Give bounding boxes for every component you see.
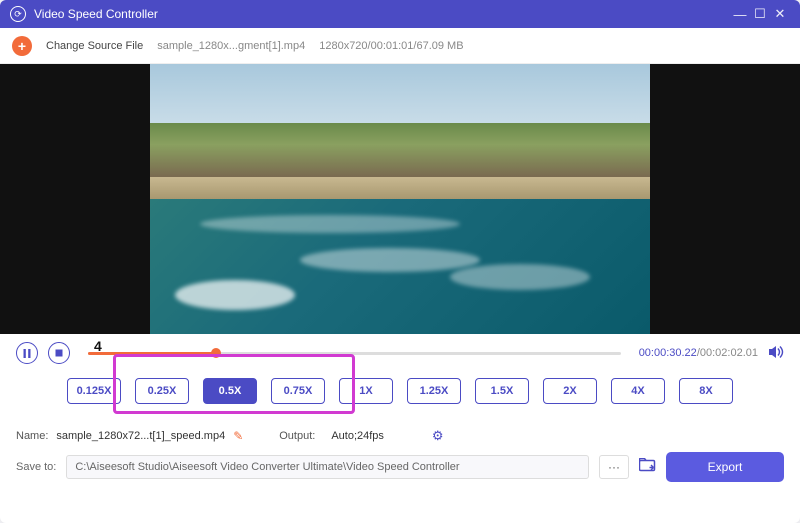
speed-button-0.125x[interactable]: 0.125X <box>67 378 121 404</box>
video-preview[interactable] <box>0 64 800 334</box>
name-value: sample_1280x72...t[1]_speed.mp4 <box>56 430 225 442</box>
app-window: ⟳ Video Speed Controller — ☐ ✕ + Change … <box>0 0 800 523</box>
output-value: Auto;24fps <box>331 430 384 442</box>
pause-button[interactable] <box>16 342 38 364</box>
change-source-button[interactable]: Change Source File <box>46 40 143 52</box>
time-total: 00:02:02.01 <box>700 347 758 359</box>
annotation-number: 4 <box>94 338 102 354</box>
save-row: Save to: C:\Aiseesoft Studio\Aiseesoft V… <box>16 452 784 482</box>
app-logo-icon: ⟳ <box>10 6 26 22</box>
edit-name-icon[interactable]: ✎ <box>233 429 243 443</box>
preview-frame <box>150 64 650 334</box>
toolbar: + Change Source File sample_1280x...gmen… <box>0 28 800 64</box>
source-fileinfo: 1280x720/00:01:01/67.09 MB <box>319 40 463 52</box>
speed-button-8x[interactable]: 8X <box>679 378 733 404</box>
timecode: 00:00:30.22/00:02:02.01 <box>639 347 758 359</box>
output-settings-icon[interactable]: ⚙ <box>432 428 444 444</box>
speed-button-4x[interactable]: 4X <box>611 378 665 404</box>
open-folder-icon[interactable] <box>639 458 656 476</box>
window-title: Video Speed Controller <box>34 7 730 21</box>
close-button[interactable]: ✕ <box>770 6 790 22</box>
browse-button[interactable]: ··· <box>599 455 629 479</box>
maximize-button[interactable]: ☐ <box>750 6 770 22</box>
saveto-label: Save to: <box>16 461 56 473</box>
speed-button-0.25x[interactable]: 0.25X <box>135 378 189 404</box>
speed-button-1x[interactable]: 1X <box>339 378 393 404</box>
source-filename: sample_1280x...gment[1].mp4 <box>157 40 305 52</box>
progress-bar[interactable] <box>88 352 621 355</box>
progress-knob[interactable] <box>211 348 221 358</box>
saveto-path-text: C:\Aiseesoft Studio\Aiseesoft Video Conv… <box>75 461 459 473</box>
preview-letterbox-right <box>650 64 800 334</box>
add-source-icon[interactable]: + <box>12 36 32 56</box>
progress-fill <box>88 352 216 355</box>
speed-button-0.5x[interactable]: 0.5X <box>203 378 257 404</box>
speed-button-0.75x[interactable]: 0.75X <box>271 378 325 404</box>
bottom-panel: Name: sample_1280x72...t[1]_speed.mp4 ✎ … <box>0 422 800 494</box>
speed-button-2x[interactable]: 2X <box>543 378 597 404</box>
saveto-path[interactable]: C:\Aiseesoft Studio\Aiseesoft Video Conv… <box>66 455 589 479</box>
preview-letterbox-left <box>0 64 150 334</box>
speed-button-1.25x[interactable]: 1.25X <box>407 378 461 404</box>
speed-selector: 4 0.125X0.25X0.5X0.75X1X1.25X1.5X2X4X8X <box>0 368 800 422</box>
playback-controls: 00:00:30.22/00:02:02.01 <box>0 334 800 368</box>
export-button[interactable]: Export <box>666 452 784 482</box>
speed-button-1.5x[interactable]: 1.5X <box>475 378 529 404</box>
output-label: Output: <box>279 430 315 442</box>
stop-button[interactable] <box>48 342 70 364</box>
volume-icon[interactable] <box>768 345 784 362</box>
minimize-button[interactable]: — <box>730 7 750 22</box>
time-current: 00:00:30.22 <box>639 347 697 359</box>
titlebar: ⟳ Video Speed Controller — ☐ ✕ <box>0 0 800 28</box>
name-output-row: Name: sample_1280x72...t[1]_speed.mp4 ✎ … <box>16 428 784 444</box>
name-label: Name: <box>16 430 48 442</box>
